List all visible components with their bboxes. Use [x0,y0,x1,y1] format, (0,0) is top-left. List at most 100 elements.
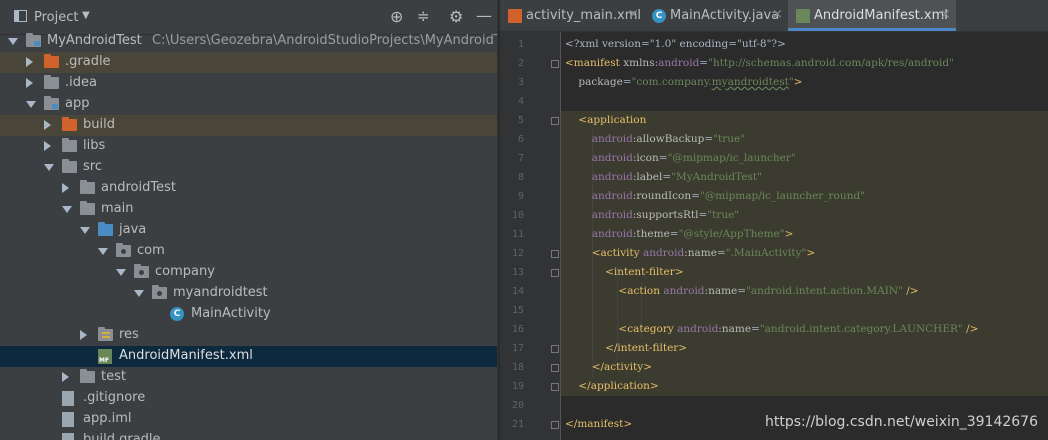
code-token: <category [618,323,678,335]
chevron-down-icon[interactable] [116,269,126,276]
chevron-right-icon[interactable] [44,120,51,130]
chevron-down-icon[interactable] [8,38,18,45]
tree-item-label: MainActivity [191,306,271,321]
tree-item-java[interactable]: java [0,220,497,241]
code-line[interactable]: <manifest xmlns:android="http://schemas.… [565,54,954,73]
tree-item-gitignore[interactable]: .gitignore [0,388,497,409]
tree-item-app[interactable]: app [0,94,497,115]
code-line[interactable]: <category android:name="android.intent.c… [565,320,978,339]
code-line[interactable]: <?xml version="1.0" encoding="utf-8"?> [565,35,786,54]
fold-marker-icon[interactable] [551,364,559,372]
fold-marker-icon[interactable] [551,269,559,277]
chevron-down-icon[interactable] [80,227,90,234]
chevron-down-icon[interactable] [62,206,72,213]
chevron-right-icon[interactable] [44,141,51,151]
chevron-right-icon[interactable] [26,78,33,88]
code-line[interactable]: <action android:name="android.intent.act… [565,282,918,301]
code-line[interactable]: </manifest> [565,415,632,434]
code-token: "android.intent.action.MAIN" [746,285,903,297]
folder-icon [44,96,59,110]
code-line[interactable]: <intent-filter> [565,263,684,282]
code-token: android [591,152,633,164]
fold-marker-icon[interactable] [551,250,559,258]
code-token: <application [578,114,647,126]
tree-item-label: src [83,159,102,174]
code-token: = [737,285,747,297]
code-line[interactable]: android:supportsRtl="true" [565,206,739,225]
code-token: android [591,171,633,183]
tree-item-label: myandroidtest [173,285,268,300]
tab-label: AndroidManifest.xml [814,8,948,23]
tree-item-label: MyAndroidTest [47,33,142,48]
tree-item-app-iml[interactable]: app.iml [0,409,497,430]
code-line[interactable]: </activity> [565,358,652,377]
fold-marker-icon[interactable] [551,345,559,353]
chevron-right-icon[interactable] [62,372,69,382]
code-line[interactable]: android:theme="@style/AppTheme"> [565,225,794,244]
tree-item-libs[interactable]: libs [0,136,497,157]
collapse-all-icon[interactable]: ≑ [417,7,430,25]
code-token: = [698,209,708,221]
tree-item-main[interactable]: main [0,199,497,220]
tree-item-gradle[interactable]: .gradle [0,52,497,73]
locate-file-icon[interactable]: ⊕ [390,7,403,26]
tree-item-mainactivity[interactable]: C MainActivity [0,304,497,325]
ide-window: Project ▼ ⊕ ≑ ⚙ — MyAndroidTest C:\Users\… [0,0,1048,440]
code-token: = [622,76,632,88]
code-token: :supportsRtl [632,209,699,221]
line-number: 17 [511,343,524,354]
tree-item-src[interactable]: src [0,157,497,178]
tree-item-myandroidtest[interactable]: MyAndroidTest C:\Users\Geozebra\AndroidSt… [0,31,497,52]
code-token: :theme [632,228,670,240]
tab-androidmanifest-xml[interactable]: AndroidManifest.xml × [788,0,956,31]
tree-item-test[interactable]: test [0,367,497,388]
code-line[interactable]: android:allowBackup="true" [565,130,745,149]
tree-item-build[interactable]: build [0,115,497,136]
fold-marker-icon[interactable] [551,60,559,68]
tree-item-androidmanifest-xml[interactable]: MF AndroidManifest.xml [0,346,497,367]
tree-item-idea[interactable]: .idea [0,73,497,94]
close-icon[interactable]: × [772,7,783,22]
fold-marker-icon[interactable] [551,383,559,391]
close-icon[interactable]: × [628,7,639,22]
hide-panel-icon[interactable]: — [476,6,492,25]
line-number-gutter: 1 2 3 4 5 6 7 8 9 10 11 12 13 14 15 16 17 18 19 20 21 [500,32,561,440]
chevron-right-icon[interactable] [80,330,87,340]
code-token: "@mipmap/ic_launcher" [667,152,796,164]
chevron-right-icon[interactable] [62,183,69,193]
close-icon[interactable]: × [940,7,951,22]
code-line[interactable]: android:icon="@mipmap/ic_launcher" [565,149,796,168]
chevron-down-icon[interactable] [134,290,144,297]
project-view-title[interactable]: Project [34,10,78,25]
tree-item-com[interactable]: com [0,241,497,262]
tree-item-company[interactable]: company [0,262,497,283]
code-line[interactable]: android:label="MyAndroidTest" [565,168,762,187]
tab-activity-main-xml[interactable]: activity_main.xml × [500,0,644,31]
code-line[interactable]: <activity android:name=".MainActivity"> [565,244,815,263]
chevron-down-icon[interactable] [44,164,54,171]
code-line[interactable]: package="com.company.myandroidtest"> [565,73,802,92]
project-view-icon [14,10,27,22]
gear-icon[interactable]: ⚙ [449,7,463,26]
tree-item-build-gradle[interactable]: build.gradle [0,430,497,440]
view-dropdown-chevron-icon[interactable]: ▼ [82,10,90,21]
tree-item-androidtest[interactable]: androidTest [0,178,497,199]
code-editor[interactable]: <?xml version="1.0" encoding="utf-8"?> <m… [561,32,1048,440]
fold-marker-icon[interactable] [551,421,559,429]
code-line[interactable]: <application [565,111,646,130]
chevron-down-icon[interactable] [98,248,108,255]
code-token: <intent-filter> [605,266,684,278]
code-line[interactable]: </application> [565,377,658,396]
code-line[interactable]: android:roundIcon="@mipmap/ic_launcher_r… [565,187,865,206]
folder-icon [98,222,113,236]
tree-item-res[interactable]: res [0,325,497,346]
chevron-right-icon[interactable] [26,57,33,67]
fold-marker-icon[interactable] [551,117,559,125]
code-token: package [578,76,623,88]
code-line[interactable]: </intent-filter> [565,339,687,358]
chevron-down-icon[interactable] [26,101,36,108]
tree-item-myandroidtest[interactable]: myandroidtest [0,283,497,304]
tab-mainactivity-java[interactable]: C MainActivity.java × [644,0,788,31]
